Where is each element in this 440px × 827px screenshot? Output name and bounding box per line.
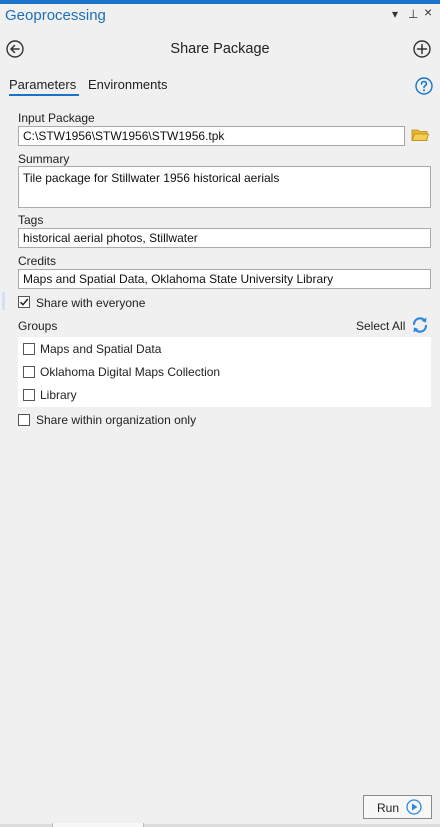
credits-field[interactable]: Maps and Spatial Data, Oklahoma State Un… <box>18 269 431 289</box>
run-button[interactable]: Run <box>363 795 432 819</box>
group-label-maps-spatial-data[interactable]: Maps and Spatial Data <box>40 342 161 356</box>
pane-title: Geoprocessing <box>5 7 106 24</box>
credits-label: Credits <box>18 254 57 268</box>
tab-parameters[interactable]: Parameters <box>9 77 76 92</box>
summary-textarea[interactable]: Tile package for Stillwater 1956 histori… <box>18 166 431 208</box>
plus-icon[interactable] <box>413 40 431 58</box>
share-org-checkbox[interactable] <box>18 414 30 426</box>
groups-list: Maps and Spatial Data Oklahoma Digital M… <box>18 337 431 407</box>
pane-close-icon[interactable]: × <box>424 4 432 20</box>
group-checkbox-library[interactable] <box>23 389 35 401</box>
share-everyone-label[interactable]: Share with everyone <box>36 296 145 310</box>
tags-field[interactable]: historical aerial photos, Stillwater <box>18 228 431 248</box>
checkmark-icon <box>19 298 29 306</box>
groups-label: Groups <box>18 319 58 333</box>
play-icon <box>406 799 422 815</box>
folder-icon[interactable] <box>411 128 429 142</box>
group-label-oklahoma-digital-maps[interactable]: Oklahoma Digital Maps Collection <box>40 365 220 379</box>
input-package-label: Input Package <box>18 111 95 125</box>
run-button-label: Run <box>377 801 400 815</box>
help-icon[interactable] <box>415 77 433 95</box>
active-tab-indicator <box>9 94 79 96</box>
share-everyone-checkbox[interactable] <box>18 296 30 308</box>
group-label-library[interactable]: Library <box>40 388 77 402</box>
select-all-link[interactable]: Select All <box>356 319 405 333</box>
group-checkbox-oklahoma-digital-maps[interactable] <box>23 366 35 378</box>
summary-label: Summary <box>18 152 70 166</box>
tab-environments[interactable]: Environments <box>88 77 167 92</box>
tags-label: Tags <box>18 213 44 227</box>
input-package-field[interactable]: C:\STW1956\STW1956\STW1956.tpk <box>18 126 405 146</box>
refresh-icon[interactable] <box>411 316 429 334</box>
tool-title: Share Package <box>170 41 270 57</box>
pane-options-dropdown-icon[interactable]: ▾ <box>392 6 398 22</box>
pane-pin-icon[interactable]: ⊥ <box>408 6 418 22</box>
group-checkbox-maps-spatial-data[interactable] <box>23 343 35 355</box>
share-org-label[interactable]: Share within organization only <box>36 413 196 427</box>
bottom-tab[interactable] <box>52 823 144 827</box>
pane-header: Geoprocessing ▾ ⊥ × <box>0 4 440 28</box>
focus-marker <box>2 292 5 310</box>
